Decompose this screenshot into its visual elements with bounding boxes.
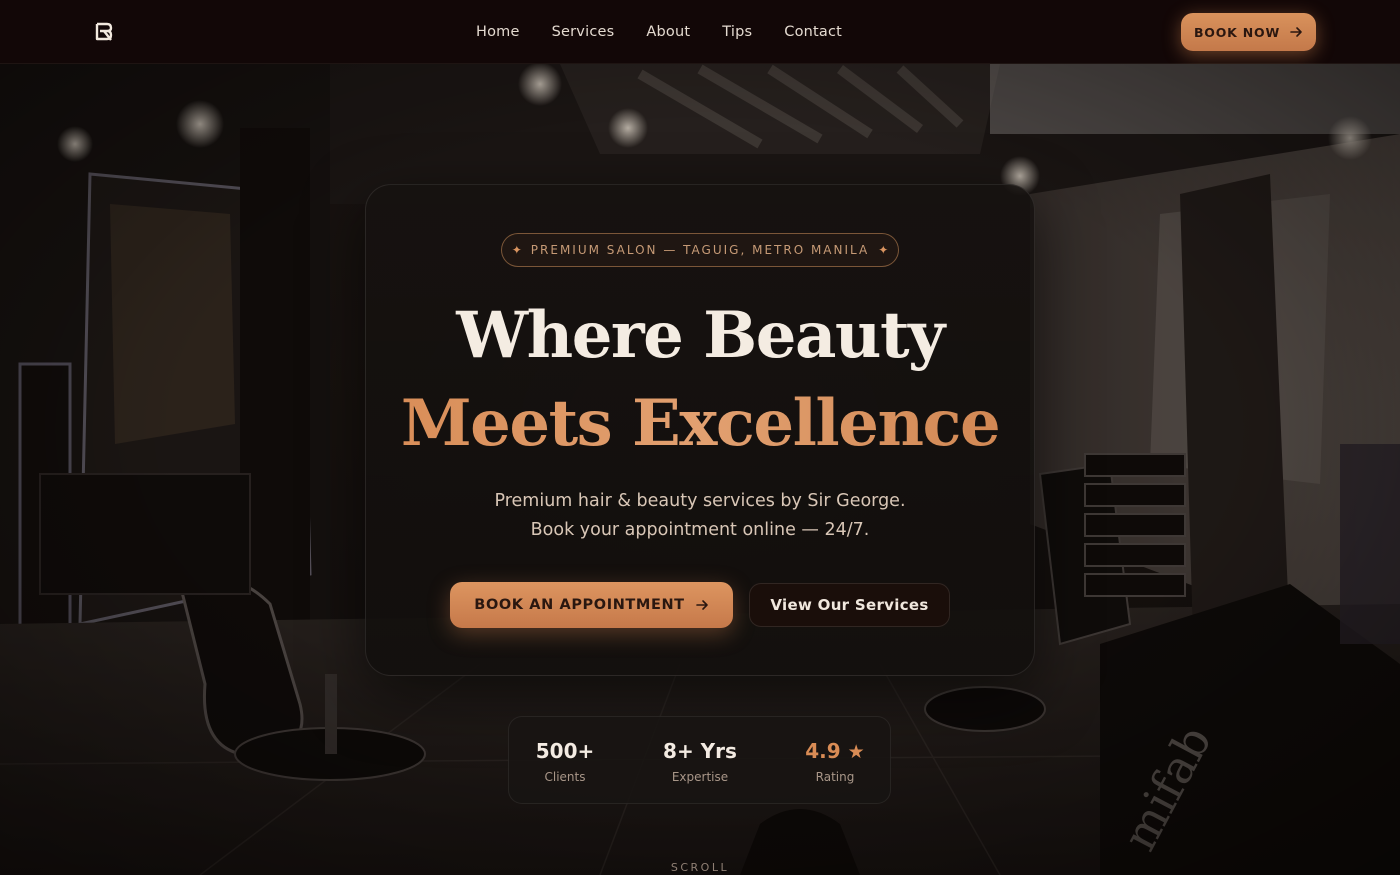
book-appointment-label: BOOK AN APPOINTMENT: [474, 597, 685, 613]
stat-clients-value: 500+: [535, 739, 595, 763]
hero-subtitle: Premium hair & beauty services by Sir Ge…: [365, 487, 1035, 545]
headline-line-2: Meets Excellence: [365, 378, 1035, 470]
headline-line-1: Where Beauty: [456, 298, 945, 373]
nav-link-contact[interactable]: Contact: [768, 24, 858, 40]
main-nav: Home Services About Tips Contact: [460, 0, 858, 64]
stat-rating-value: 4.9: [805, 739, 841, 763]
view-services-label: View Our Services: [770, 596, 929, 614]
hero-subtitle-line-2: Book your appointment online — 24/7.: [530, 520, 870, 540]
sparkle-icon: ✦: [878, 243, 889, 257]
sparkle-icon: ✦: [511, 243, 522, 257]
book-appointment-button[interactable]: BOOK AN APPOINTMENT: [450, 582, 733, 628]
star-icon: ★: [847, 741, 865, 763]
stat-expertise-value: 8+ Yrs: [663, 739, 737, 763]
stat-rating-value-row: 4.9 ★: [775, 739, 895, 763]
stat-clients-label: Clients: [544, 770, 586, 784]
arrow-right-icon: [695, 600, 708, 610]
view-services-button[interactable]: View Our Services: [749, 583, 950, 627]
nav-link-home[interactable]: Home: [460, 24, 536, 40]
brand-monogram-icon[interactable]: [94, 22, 114, 42]
arrow-right-icon: [1290, 27, 1302, 37]
nav-link-about[interactable]: About: [630, 24, 706, 40]
top-navbar: Home Services About Tips Contact BOOK NO…: [0, 0, 1400, 64]
stat-expertise-label: Expertise: [671, 770, 729, 784]
book-now-button[interactable]: BOOK NOW: [1181, 13, 1316, 51]
scroll-indicator[interactable]: SCROLL: [600, 861, 800, 874]
nav-link-services[interactable]: Services: [536, 24, 631, 40]
stat-rating-label: Rating: [815, 770, 855, 784]
location-badge: ✦ PREMIUM SALON — TAGUIG, METRO MANILA ✦: [501, 233, 899, 267]
nav-link-tips[interactable]: Tips: [706, 24, 768, 40]
stats-panel: 500+ Clients 8+ Yrs Expertise 4.9 ★ Rati…: [508, 716, 891, 804]
location-badge-text: PREMIUM SALON — TAGUIG, METRO MANILA: [530, 243, 870, 257]
hero-subtitle-line-1: Premium hair & beauty services by Sir Ge…: [494, 491, 906, 511]
book-now-label: BOOK NOW: [1193, 24, 1281, 40]
